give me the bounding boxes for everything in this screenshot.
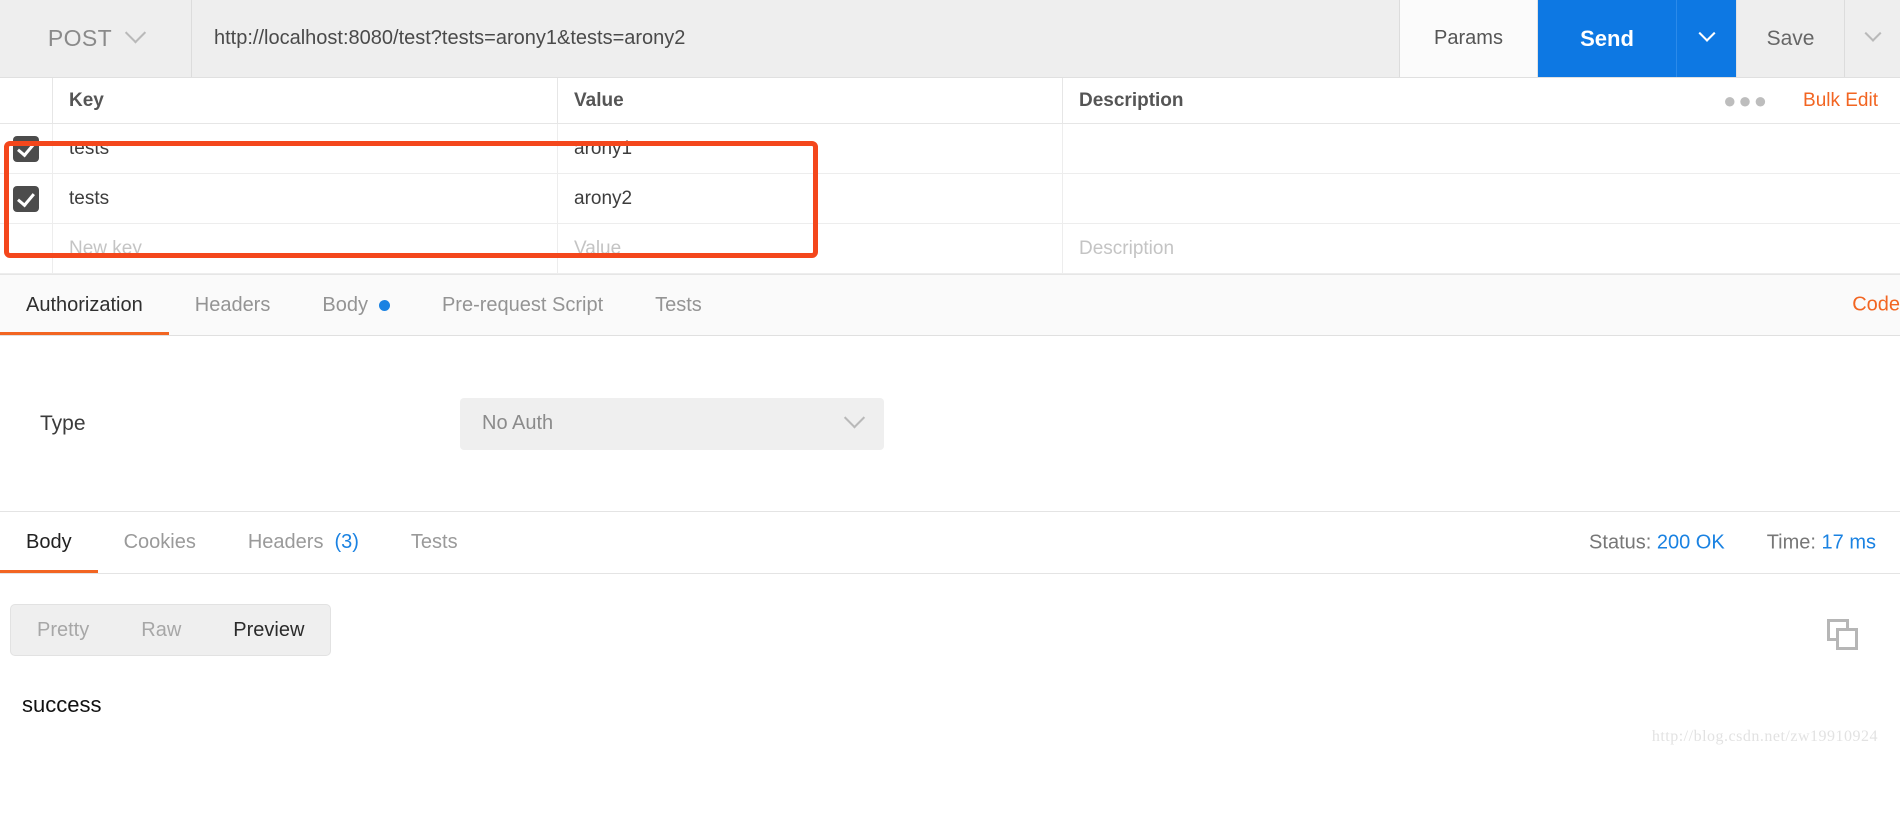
watermark-text: http://blog.csdn.net/zw19910924 bbox=[1651, 728, 1878, 745]
chevron-down-icon bbox=[125, 22, 147, 44]
send-options-button[interactable] bbox=[1676, 0, 1736, 77]
new-description-input[interactable]: Description bbox=[1079, 238, 1174, 260]
row-checkbox[interactable] bbox=[13, 135, 39, 162]
save-options-button[interactable] bbox=[1844, 0, 1900, 77]
status-value: 200 OK bbox=[1656, 531, 1725, 553]
auth-type-value: No Auth bbox=[482, 412, 554, 434]
time-value: 17 ms bbox=[1821, 531, 1876, 553]
tab-label: Headers bbox=[194, 293, 271, 316]
tab-label: Tests bbox=[655, 293, 702, 316]
response-tab-cookies[interactable]: Cookies bbox=[98, 512, 222, 573]
response-tabs: Body Cookies Headers (3) Tests Status: 2… bbox=[0, 512, 1900, 574]
status-readout: Status: 200 OK bbox=[1589, 531, 1725, 554]
request-tabs: Authorization Headers Body Pre-request S… bbox=[0, 274, 1900, 336]
chevron-down-icon bbox=[1698, 24, 1715, 42]
tab-label: Pre-request Script bbox=[441, 293, 604, 316]
tab-label: Body bbox=[26, 531, 72, 553]
new-key-input[interactable]: New key bbox=[69, 238, 142, 260]
auth-type-label: Type bbox=[40, 411, 86, 435]
http-method-selector[interactable]: POST bbox=[0, 0, 192, 77]
tab-authorization[interactable]: Authorization bbox=[0, 275, 169, 335]
table-row[interactable]: tests arony1 bbox=[0, 124, 1900, 174]
tab-label: Headers bbox=[247, 531, 324, 553]
time-readout: Time: 17 ms bbox=[1767, 531, 1876, 554]
response-view-mode-toggle: Pretty Raw Preview bbox=[10, 604, 332, 656]
tab-label: Body bbox=[322, 293, 368, 316]
tab-headers[interactable]: Headers bbox=[169, 275, 297, 335]
column-header-key: Key bbox=[69, 89, 104, 111]
chevron-down-icon bbox=[1864, 24, 1881, 42]
new-row-checkbox-cell bbox=[0, 224, 53, 273]
response-tab-tests[interactable]: Tests bbox=[385, 512, 484, 573]
tab-body[interactable]: Body bbox=[296, 275, 416, 335]
view-mode-preview[interactable]: Preview bbox=[207, 605, 330, 655]
send-button[interactable]: Send bbox=[1538, 0, 1676, 77]
new-param-row[interactable]: New key Value Description bbox=[0, 224, 1900, 274]
view-mode-raw[interactable]: Raw bbox=[115, 605, 207, 655]
row-checkbox[interactable] bbox=[13, 185, 39, 212]
authorization-panel: Type No Auth bbox=[0, 336, 1900, 512]
params-table: Key Value Description ●●● Bulk Edit test… bbox=[0, 78, 1900, 274]
params-button[interactable]: Params bbox=[1400, 0, 1538, 77]
http-method-label: POST bbox=[47, 25, 113, 51]
code-link[interactable]: Code bbox=[1852, 294, 1900, 317]
response-tab-body[interactable]: Body bbox=[0, 512, 98, 573]
column-header-description: Description bbox=[1079, 89, 1184, 111]
url-input[interactable]: http://localhost:8080/test?tests=arony1&… bbox=[192, 0, 1400, 77]
body-modified-dot-icon bbox=[378, 299, 390, 311]
param-value[interactable]: arony2 bbox=[574, 188, 632, 210]
bulk-edit-button[interactable]: Bulk Edit bbox=[1803, 90, 1878, 112]
params-table-header: Key Value Description ●●● Bulk Edit bbox=[0, 78, 1900, 124]
response-meta: Status: 200 OK Time: 17 ms bbox=[1589, 531, 1876, 554]
table-row[interactable]: tests arony2 bbox=[0, 174, 1900, 224]
chevron-down-icon bbox=[843, 407, 866, 429]
time-label: Time: bbox=[1766, 531, 1816, 553]
param-key[interactable]: tests bbox=[69, 138, 109, 160]
headers-count-badge: (3) bbox=[334, 531, 359, 553]
param-value[interactable]: arony1 bbox=[574, 138, 632, 160]
request-bar: POST http://localhost:8080/test?tests=ar… bbox=[0, 0, 1900, 78]
header-checkbox-cell bbox=[0, 78, 53, 123]
tab-label: Tests bbox=[410, 531, 458, 553]
tab-pre-request-script[interactable]: Pre-request Script bbox=[416, 275, 629, 335]
status-label: Status: bbox=[1589, 531, 1652, 553]
response-content: success bbox=[22, 692, 102, 717]
save-button[interactable]: Save bbox=[1736, 0, 1844, 77]
tab-label: Cookies bbox=[123, 531, 196, 553]
copy-icon[interactable] bbox=[1826, 618, 1860, 657]
new-value-input[interactable]: Value bbox=[574, 238, 621, 260]
ellipsis-icon[interactable]: ●●● bbox=[1723, 88, 1769, 114]
response-tab-headers[interactable]: Headers (3) bbox=[222, 512, 385, 573]
tab-tests[interactable]: Tests bbox=[629, 275, 728, 335]
response-body-panel: Pretty Raw Preview success http://blog.c… bbox=[0, 574, 1900, 754]
tab-label: Authorization bbox=[26, 293, 143, 316]
view-mode-pretty[interactable]: Pretty bbox=[11, 605, 115, 655]
param-key[interactable]: tests bbox=[69, 188, 109, 210]
auth-type-select[interactable]: No Auth bbox=[460, 397, 884, 450]
column-header-value: Value bbox=[574, 89, 624, 111]
